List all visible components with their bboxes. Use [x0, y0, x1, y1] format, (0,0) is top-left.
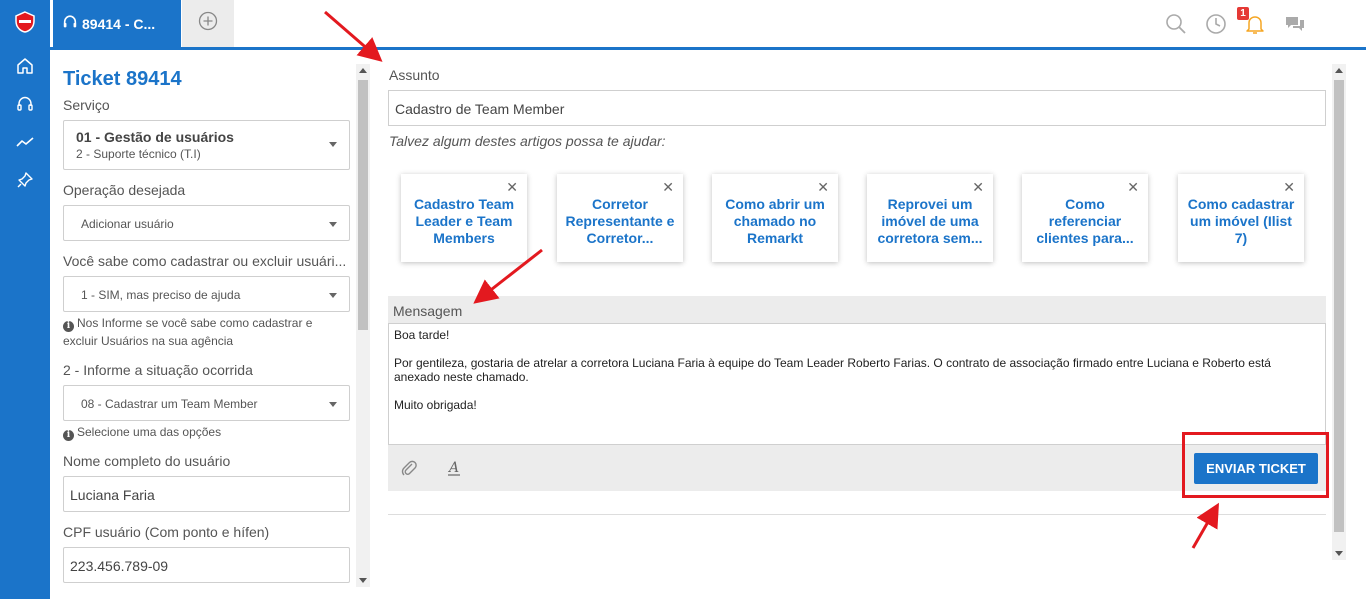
situacao-select[interactable]: 08 - Cadastrar um Team Member	[63, 385, 350, 421]
text-format-icon[interactable]: A	[444, 458, 464, 478]
article-title: Como referenciar clientes para...	[1036, 196, 1134, 246]
message-closing: Muito obrigada!	[394, 398, 477, 412]
message-header: Mensagem	[388, 296, 1326, 323]
servico-label: Serviço	[63, 97, 110, 113]
cpf-label: CPF usuário (Com ponto e hífen)	[63, 524, 270, 540]
helpdesk-app: 89414 - C... 1 Ticket 89414 Serviço 01 -…	[0, 0, 1366, 599]
ticket-title: Ticket 89414	[63, 68, 182, 90]
servico-subvalue: 2 - Suporte técnico (T.I)	[76, 147, 201, 161]
ticket-main: Assunto Cadastro de Team Member Talvez a…	[372, 50, 1366, 599]
chevron-down-icon	[329, 142, 337, 147]
article-card[interactable]: ✕ Reprovei um imóvel de uma corretora se…	[867, 174, 993, 262]
article-title: Reprovei um imóvel de uma corretora sem.…	[877, 196, 983, 246]
article-card[interactable]: ✕ Corretor Representante e Corretor...	[557, 174, 683, 262]
tab-label: 89414 - C...	[82, 15, 156, 32]
close-icon[interactable]: ✕	[817, 179, 829, 196]
annotation-highlight-box	[1182, 432, 1329, 498]
situacao-hint-text: Selecione uma das opções	[77, 425, 222, 439]
scroll-up-icon[interactable]	[359, 68, 367, 73]
scroll-thumb[interactable]	[358, 80, 368, 330]
close-icon[interactable]: ✕	[1127, 179, 1139, 196]
article-title: Corretor Representante e Corretor...	[565, 196, 675, 246]
logo-icon[interactable]	[13, 10, 37, 34]
paperclip-icon[interactable]	[399, 458, 419, 478]
close-icon[interactable]: ✕	[972, 179, 984, 196]
sabe-select[interactable]: 1 - SIM, mas preciso de ajuda	[63, 276, 350, 312]
pin-icon[interactable]	[13, 168, 37, 192]
scroll-thumb[interactable]	[1334, 80, 1344, 532]
nome-value: Luciana Faria	[70, 487, 155, 503]
svg-text:A: A	[447, 460, 459, 476]
info-icon: i	[63, 430, 74, 441]
headset-icon	[62, 14, 78, 33]
assunto-input[interactable]: Cadastro de Team Member	[388, 90, 1326, 126]
close-icon[interactable]: ✕	[1283, 179, 1295, 196]
add-tab-button[interactable]	[182, 0, 234, 47]
operacao-label: Operação desejada	[63, 182, 186, 198]
nome-label: Nome completo do usuário	[63, 453, 231, 469]
chevron-down-icon	[329, 293, 337, 298]
article-card[interactable]: ✕ Como cadastrar um imóvel (Ilist 7)	[1178, 174, 1304, 262]
chevron-down-icon	[329, 222, 337, 227]
trending-icon[interactable]	[13, 130, 37, 154]
message-body: Por gentileza, gostaria de atrelar a cor…	[394, 356, 1271, 384]
plus-circle-icon	[198, 11, 218, 36]
situacao-label: 2 - Informe a situação ocorrida	[63, 362, 253, 378]
message-label: Mensagem	[393, 303, 463, 319]
close-icon[interactable]: ✕	[662, 179, 674, 196]
assunto-value: Cadastro de Team Member	[395, 101, 565, 117]
operacao-value: Adicionar usuário	[81, 217, 174, 231]
nome-input[interactable]: Luciana Faria	[63, 476, 350, 512]
servico-select[interactable]: 01 - Gestão de usuários 2 - Suporte técn…	[63, 120, 350, 170]
sabe-value: 1 - SIM, mas preciso de ajuda	[81, 288, 241, 302]
main-scrollbar[interactable]	[1332, 64, 1346, 560]
article-card[interactable]: ✕ Cadastro Team Leader e Team Members	[401, 174, 527, 262]
close-icon[interactable]: ✕	[506, 179, 518, 196]
left-scrollbar[interactable]	[356, 64, 370, 587]
operacao-select[interactable]: Adicionar usuário	[63, 205, 350, 241]
situacao-value: 08 - Cadastrar um Team Member	[81, 397, 258, 411]
scroll-down-icon[interactable]	[359, 578, 367, 583]
top-bar: 89414 - C...	[50, 0, 1366, 50]
article-title: Como cadastrar um imóvel (Ilist 7)	[1187, 196, 1295, 246]
situacao-hint: i Selecione uma das opções	[63, 423, 343, 441]
sabe-hint: i Nos Informe se você sabe como cadastrar…	[63, 314, 343, 350]
clock-icon[interactable]	[1204, 12, 1228, 36]
article-title: Como abrir um chamado no Remarkt	[725, 196, 825, 246]
ticket-form-panel: Ticket 89414 Serviço 01 - Gestão de usuá…	[50, 50, 372, 599]
cpf-input[interactable]: 223.456.789-09	[63, 547, 350, 583]
message-greeting: Boa tarde!	[394, 328, 450, 342]
assunto-label: Assunto	[389, 67, 440, 83]
scroll-down-icon[interactable]	[1335, 551, 1343, 556]
chat-icon[interactable]	[1283, 12, 1307, 36]
article-card[interactable]: ✕ Como referenciar clientes para...	[1022, 174, 1148, 262]
left-rail	[0, 0, 50, 599]
headset-icon[interactable]	[13, 92, 37, 116]
home-icon[interactable]	[13, 54, 37, 78]
search-icon[interactable]	[1164, 12, 1188, 36]
article-card[interactable]: ✕ Como abrir um chamado no Remarkt	[712, 174, 838, 262]
cpf-value: 223.456.789-09	[70, 558, 169, 574]
tab-ticket[interactable]: 89414 - C...	[53, 0, 181, 47]
message-editor[interactable]: Boa tarde! Por gentileza, gostaria de at…	[388, 323, 1326, 445]
info-icon: i	[63, 321, 74, 332]
help-text: Talvez algum destes artigos possa te aju…	[389, 133, 666, 149]
sabe-hint-text: Nos Informe se você sabe como cadastrar …	[63, 316, 313, 348]
article-title: Cadastro Team Leader e Team Members	[413, 196, 515, 246]
servico-value: 01 - Gestão de usuários	[76, 129, 234, 145]
divider	[388, 514, 1326, 515]
scroll-up-icon[interactable]	[1335, 68, 1343, 73]
sabe-label: Você sabe como cadastrar ou excluir usuá…	[63, 253, 347, 269]
chevron-down-icon	[329, 402, 337, 407]
notification-badge: 1	[1237, 7, 1249, 20]
